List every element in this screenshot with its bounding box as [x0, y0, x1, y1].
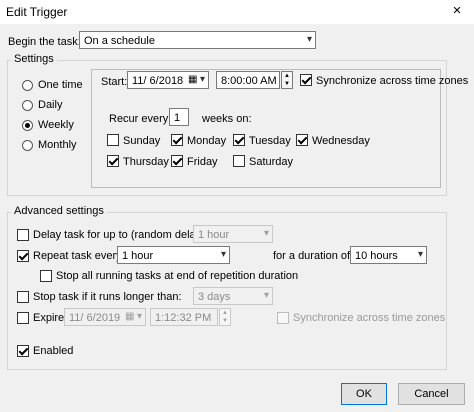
duration-select[interactable]: 10 hours ▾: [350, 246, 427, 264]
recur-suffix: weeks on:: [202, 113, 252, 125]
day-monday-checkbox[interactable]: [171, 134, 183, 146]
delay-task-value: 1 hour: [198, 229, 230, 241]
repeat-task-label: Repeat task every:: [33, 250, 125, 262]
duration-label: for a duration of:: [273, 250, 354, 262]
recur-every-input[interactable]: 1: [169, 108, 189, 126]
begin-task-select[interactable]: On a schedule ▾: [79, 31, 316, 49]
start-time-value: 8:00:00 AM: [221, 75, 277, 87]
chevron-down-icon: ▾: [263, 290, 269, 301]
start-date-picker[interactable]: 11/ 6/2018 ▦ ▾: [127, 71, 209, 89]
close-button[interactable]: ×: [440, 0, 474, 24]
delay-task-label: Delay task for up to (random delay):: [33, 229, 208, 241]
chevron-down-icon: ▾: [263, 228, 269, 239]
repeat-interval-select[interactable]: 1 hour ▾: [117, 246, 230, 264]
spin-up-icon: ▲: [284, 73, 290, 79]
stop-if-longer-checkbox[interactable]: [17, 291, 29, 303]
day-tuesday-label: Tuesday: [249, 135, 291, 147]
radio-label-daily: Daily: [38, 99, 63, 111]
spin-down-icon: ▼: [222, 318, 228, 324]
sync-time-zones-checkbox[interactable]: [300, 74, 312, 86]
chevron-down-icon: ▾: [417, 249, 423, 260]
recur-every-value: 1: [174, 112, 181, 124]
sync-time-zones-label: Synchronize across time zones: [316, 75, 469, 87]
recur-label: Recur every:: [109, 113, 172, 125]
day-wednesday-label: Wednesday: [312, 135, 370, 147]
radio-one-time[interactable]: [22, 80, 33, 91]
cancel-button[interactable]: Cancel: [398, 383, 465, 405]
radio-label-monthly: Monthly: [38, 139, 77, 151]
edit-trigger-dialog: Edit Trigger × Begin the task: On a sche…: [0, 0, 474, 412]
spin-up-icon: ▲: [222, 310, 228, 316]
chevron-down-icon: ▾: [306, 34, 312, 45]
day-friday-label: Friday: [187, 156, 218, 168]
expire-time-value: 1:12:32 PM: [155, 312, 212, 324]
day-friday-checkbox[interactable]: [171, 155, 183, 167]
title-bar: Edit Trigger ×: [0, 0, 474, 24]
window-title: Edit Trigger: [6, 5, 68, 19]
day-sunday-label: Sunday: [123, 135, 161, 147]
stop-if-longer-value: 3 days: [198, 291, 231, 303]
start-time-spinner[interactable]: ▲ ▼: [281, 71, 293, 89]
expire-date-value: 11/ 6/2019: [69, 312, 121, 324]
begin-task-label: Begin the task:: [8, 36, 81, 48]
expire-time-spinner[interactable]: ▲ ▼: [219, 308, 231, 326]
start-date-value: 11/ 6/2018: [132, 75, 184, 87]
settings-legend: Settings: [11, 53, 57, 65]
enabled-checkbox[interactable]: [17, 345, 29, 357]
expire-checkbox[interactable]: [17, 312, 29, 324]
day-thursday-label: Thursday: [123, 156, 169, 168]
radio-label-weekly: Weekly: [38, 119, 74, 131]
advanced-settings-legend: Advanced settings: [11, 205, 107, 217]
spin-down-icon: ▼: [284, 81, 290, 87]
day-monday-label: Monday: [187, 135, 227, 147]
day-sunday-checkbox[interactable]: [107, 134, 119, 146]
chevron-down-icon: ▾: [199, 74, 205, 85]
day-wednesday-checkbox[interactable]: [296, 134, 308, 146]
stop-if-longer-select[interactable]: 3 days ▾: [193, 287, 273, 305]
calendar-icon: ▦: [125, 311, 135, 322]
expire-sync-label: Synchronize across time zones: [293, 312, 446, 324]
expire-label: Expire:: [33, 312, 68, 324]
expire-date-picker[interactable]: 11/ 6/2019 ▦ ▾: [64, 308, 146, 326]
delay-task-select[interactable]: 1 hour ▾: [193, 225, 273, 243]
day-thursday-checkbox[interactable]: [107, 155, 119, 167]
delay-task-checkbox[interactable]: [17, 229, 29, 241]
day-saturday-checkbox[interactable]: [233, 155, 245, 167]
chevron-down-icon: ▾: [136, 311, 142, 322]
day-tuesday-checkbox[interactable]: [233, 134, 245, 146]
duration-value: 10 hours: [355, 250, 398, 262]
close-icon: ×: [452, 2, 462, 19]
stop-running-tasks-checkbox[interactable]: [40, 270, 52, 282]
radio-weekly[interactable]: [22, 120, 33, 131]
enabled-label: Enabled: [33, 345, 74, 357]
day-saturday-label: Saturday: [249, 156, 294, 168]
chevron-down-icon: ▾: [220, 249, 226, 260]
repeat-task-checkbox[interactable]: [17, 250, 29, 262]
calendar-icon: ▦: [188, 74, 198, 85]
start-label: Start:: [101, 76, 128, 88]
stop-if-longer-label: Stop task if it runs longer than:: [33, 291, 182, 303]
begin-task-value: On a schedule: [84, 35, 155, 47]
ok-button[interactable]: OK: [341, 383, 387, 405]
radio-label-one-time: One time: [38, 79, 83, 91]
start-time-field[interactable]: 8:00:00 AM: [216, 71, 280, 89]
radio-monthly[interactable]: [22, 140, 33, 151]
stop-running-tasks-label: Stop all running tasks at end of repetit…: [56, 270, 299, 282]
expire-time-field[interactable]: 1:12:32 PM: [150, 308, 218, 326]
radio-daily[interactable]: [22, 100, 33, 111]
repeat-interval-value: 1 hour: [122, 250, 154, 262]
expire-sync-checkbox[interactable]: [277, 312, 289, 324]
